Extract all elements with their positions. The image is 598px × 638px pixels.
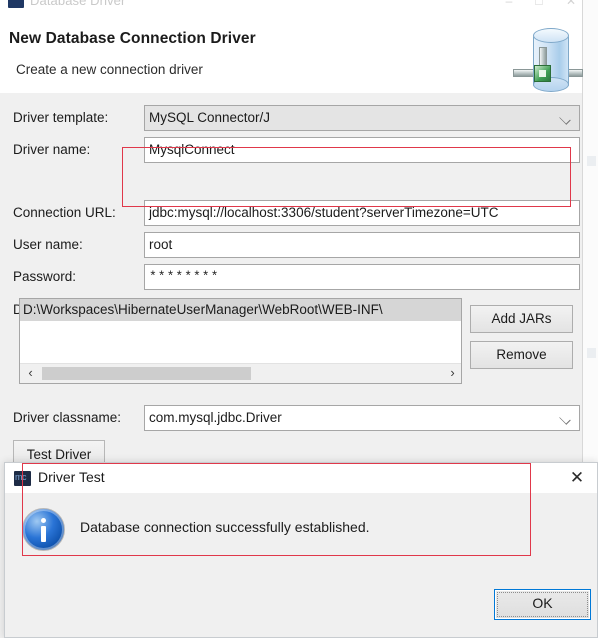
cylinder-top bbox=[533, 28, 569, 43]
dialog-close-icon[interactable]: ✕ bbox=[563, 466, 591, 490]
scrollbar-thumb[interactable] bbox=[42, 367, 251, 380]
chevron-down-icon bbox=[559, 113, 571, 125]
dialog-message: Database connection successfully establi… bbox=[80, 519, 370, 535]
info-icon-stem bbox=[41, 526, 46, 542]
driver-name-input[interactable]: MysqlConnect bbox=[144, 137, 580, 163]
window-titlebar: Database Driver – □ ✕ bbox=[0, 0, 582, 9]
app-icon-glyph: mc bbox=[15, 472, 27, 482]
window-title: Database Driver bbox=[30, 0, 126, 8]
ok-button[interactable]: OK bbox=[494, 589, 591, 620]
minimize-button[interactable]: – bbox=[498, 0, 520, 8]
list-item[interactable]: D:\Workspaces\HibernateUserManager\WebRo… bbox=[20, 299, 461, 321]
info-icon bbox=[22, 508, 65, 551]
scroll-right-icon[interactable]: › bbox=[444, 364, 461, 383]
maximize-button[interactable]: □ bbox=[528, 0, 550, 8]
screen-root: Database Driver – □ ✕ New Database Conne… bbox=[0, 0, 598, 638]
user-name-label: User name: bbox=[13, 237, 83, 252]
password-label: Password: bbox=[13, 269, 77, 284]
user-name-input[interactable]: root bbox=[144, 232, 580, 258]
driver-template-select[interactable]: MySQL Connector/J bbox=[144, 105, 580, 131]
driver-classname-label: Driver classname: bbox=[13, 410, 122, 425]
driver-test-dialog: mc Driver Test ✕ Database connection suc… bbox=[4, 462, 598, 638]
scroll-left-icon[interactable]: ‹ bbox=[22, 364, 39, 383]
mysql-app-icon: mc bbox=[14, 471, 31, 486]
chevron-down-icon bbox=[559, 413, 571, 425]
dialog-footer: OK bbox=[5, 575, 597, 637]
driver-classname-select[interactable]: com.mysql.jdbc.Driver bbox=[144, 405, 580, 431]
page-title: New Database Connection Driver bbox=[9, 30, 256, 47]
background-artifact bbox=[587, 348, 596, 358]
connection-url-input[interactable]: jdbc:mysql://localhost:3306/student?serv… bbox=[144, 200, 580, 226]
wizard-header: New Database Connection Driver Create a … bbox=[0, 9, 583, 94]
close-button[interactable]: ✕ bbox=[560, 0, 582, 8]
password-input[interactable]: ******** bbox=[144, 264, 580, 290]
horizontal-scrollbar[interactable]: ‹ › bbox=[20, 363, 461, 383]
info-icon-dot bbox=[41, 518, 46, 523]
driver-jars-list[interactable]: D:\Workspaces\HibernateUserManager\WebRo… bbox=[19, 298, 462, 384]
driver-classname-value: com.mysql.jdbc.Driver bbox=[149, 410, 282, 425]
page-subtitle: Create a new connection driver bbox=[16, 62, 203, 77]
app-icon bbox=[8, 0, 24, 8]
dialog-title: Driver Test bbox=[38, 469, 105, 485]
valve-icon bbox=[534, 65, 551, 82]
valve-inner bbox=[539, 70, 546, 77]
add-jars-button[interactable]: Add JARs bbox=[470, 305, 573, 333]
remove-jar-button[interactable]: Remove bbox=[470, 341, 573, 369]
connection-url-label: Connection URL: bbox=[13, 205, 116, 220]
database-cylinder-icon bbox=[513, 25, 583, 92]
dialog-titlebar: mc Driver Test ✕ bbox=[5, 463, 597, 494]
driver-template-label: Driver template: bbox=[13, 110, 109, 125]
background-artifact bbox=[587, 156, 596, 166]
driver-name-label: Driver name: bbox=[13, 142, 91, 157]
driver-template-value: MySQL Connector/J bbox=[149, 110, 271, 125]
